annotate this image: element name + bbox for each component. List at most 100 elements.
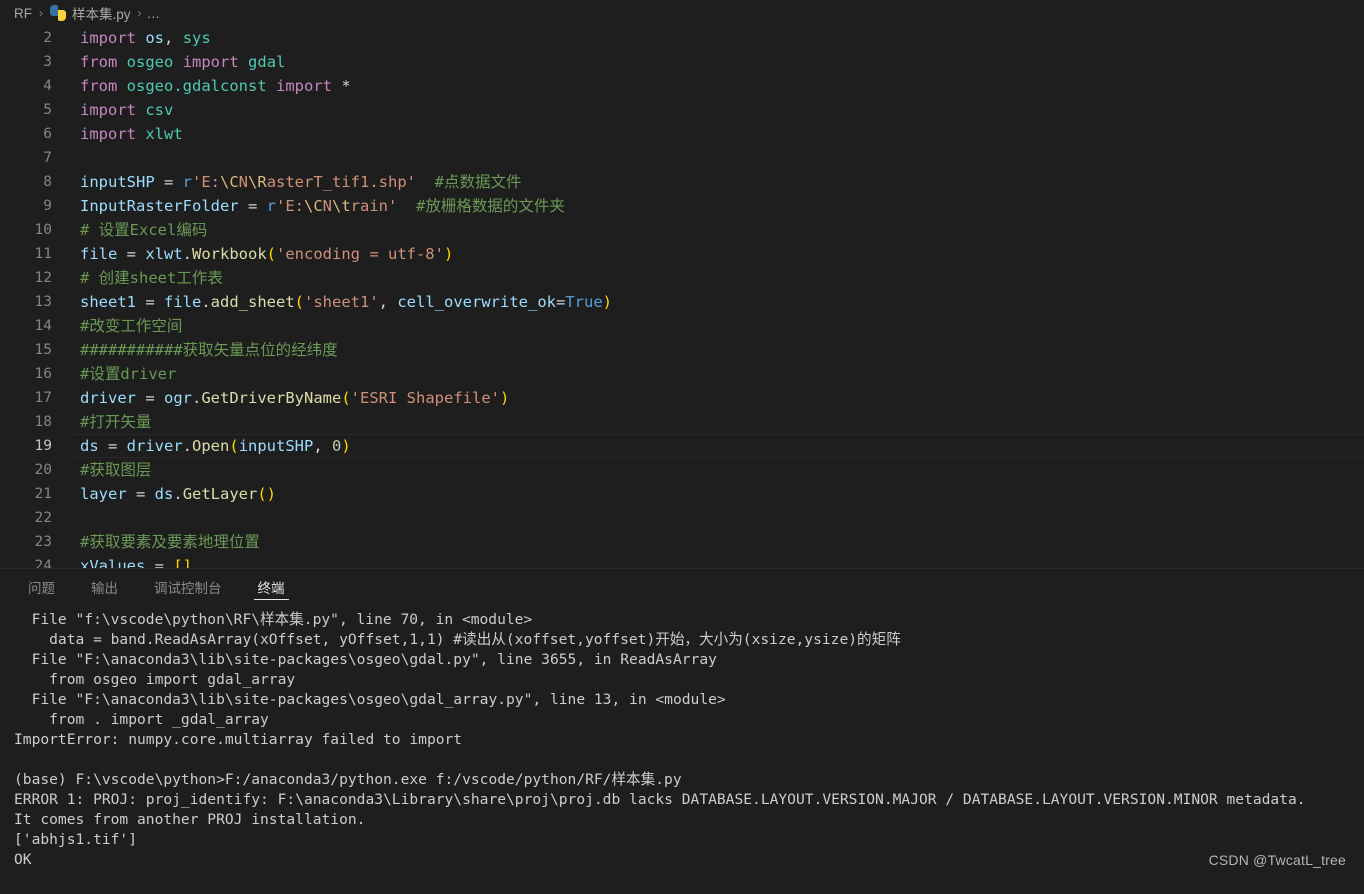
line-number: 7 xyxy=(43,150,52,166)
code-line-text: inputSHP = r'E:\CN\RasterT_tif1.shp' #点数… xyxy=(80,170,1364,194)
code-line-text: import xlwt xyxy=(80,122,1364,146)
code-token: 'sheet1' xyxy=(304,293,379,311)
code-token: = xyxy=(136,293,164,311)
code-token: driver xyxy=(80,389,136,407)
code-token: #点数据文件 xyxy=(434,173,522,191)
code-line[interactable]: 13 sheet1 = file.add_sheet('sheet1', cell… xyxy=(0,290,1364,314)
panel-tab[interactable]: 调试控制台 xyxy=(144,569,232,604)
code-token: , xyxy=(378,293,398,311)
code-line[interactable]: 19 ds = driver.Open(inputSHP, 0) xyxy=(0,434,1364,458)
code-token: \C xyxy=(220,173,239,191)
code-line[interactable]: 8 inputSHP = r'E:\CN\RasterT_tif1.shp' #点… xyxy=(0,170,1364,194)
code-line[interactable]: 2 import os, sys xyxy=(0,26,1364,50)
gutter-gap xyxy=(54,26,80,50)
terminal-output[interactable]: File "f:\vscode\python\RF\样本集.py", line … xyxy=(0,604,1364,894)
code-token: N xyxy=(238,173,249,191)
code-line-text: #打开矢量 xyxy=(80,410,1364,434)
code-line[interactable]: 3 from osgeo import gdal xyxy=(0,50,1364,74)
code-line[interactable]: 14 #改变工作空间 xyxy=(0,314,1364,338)
code-token: sys xyxy=(182,29,211,47)
code-token: asterT_tif1.shp' xyxy=(266,173,416,191)
gutter-gap xyxy=(54,338,80,362)
breadcrumb-file[interactable]: 样本集.py xyxy=(70,3,133,23)
line-number: 5 xyxy=(43,102,52,118)
gutter-gap xyxy=(54,290,80,314)
code-token: * xyxy=(341,77,351,95)
code-line[interactable]: 12 # 创建sheet工作表 xyxy=(0,266,1364,290)
code-line[interactable]: 24 xValues = [] xyxy=(0,554,1364,569)
gutter-gap xyxy=(54,98,80,122)
gutter-gap xyxy=(54,170,80,194)
panel-tab[interactable]: 终端 xyxy=(248,569,295,604)
code-line-text: # 设置Excel编码 xyxy=(80,218,1364,242)
code-line-text: ds = driver.Open(inputSHP, 0) xyxy=(80,434,1364,458)
code-line[interactable]: 6 import xlwt xyxy=(0,122,1364,146)
code-line-text: InputRasterFolder = r'E:\CN\train' #放栅格数… xyxy=(80,194,1364,218)
gutter-gap xyxy=(54,194,80,218)
code-token: \R xyxy=(248,173,267,191)
bottom-panel: 问题 输出 调试控制台 终端 File "f:\vscode\python\RF\样本… xyxy=(0,569,1364,894)
code-line[interactable]: 5 import csv xyxy=(0,98,1364,122)
code-token: GetDriverByName xyxy=(201,389,342,407)
line-number: 21 xyxy=(34,486,52,502)
terminal-line: from . import _gdal_array xyxy=(14,711,269,728)
code-token: osgeo.gdalconst xyxy=(126,77,267,95)
code-line[interactable]: 18 #打开矢量 xyxy=(0,410,1364,434)
code-line[interactable]: 9 InputRasterFolder = r'E:\CN\train' #放栅格… xyxy=(0,194,1364,218)
code-token: inputSHP xyxy=(80,173,155,191)
line-number: 13 xyxy=(34,294,52,310)
line-number: 6 xyxy=(43,126,52,142)
code-token: ( xyxy=(266,245,276,263)
code-token: osgeo xyxy=(126,53,174,71)
line-number: 15 xyxy=(34,342,52,358)
code-line[interactable]: 22 xyxy=(0,506,1364,530)
code-line-text: file = xlwt.Workbook('encoding = utf-8') xyxy=(80,242,1364,266)
code-line[interactable]: 4 from osgeo.gdalconst import * xyxy=(0,74,1364,98)
breadcrumb-separator-icon: › xyxy=(39,6,43,20)
code-line-text: import os, sys xyxy=(80,26,1364,50)
code-token: [] xyxy=(173,557,192,569)
code-token: from xyxy=(80,53,118,71)
code-editor[interactable]: 2 import os, sys 3 from osgeo import gdal 4 f… xyxy=(0,26,1364,569)
code-token: os xyxy=(145,29,165,47)
breadcrumb-root[interactable]: RF xyxy=(12,6,34,21)
panel-tab[interactable]: 输出 xyxy=(81,569,128,604)
gutter-gap xyxy=(54,314,80,338)
code-token: import xyxy=(182,53,239,71)
code-line-text: #获取要素及要素地理位置 xyxy=(80,530,1364,554)
code-line[interactable]: 15 ###########获取矢量点位的经纬度 xyxy=(0,338,1364,362)
code-token: cell_overwrite_ok xyxy=(397,293,556,311)
line-number: 24 xyxy=(34,558,52,569)
code-line[interactable]: 16 #设置driver xyxy=(0,362,1364,386)
code-token: ds xyxy=(80,437,99,455)
gutter-gap xyxy=(54,362,80,386)
code-line[interactable]: 17 driver = ogr.GetDriverByName('ESRI Sha… xyxy=(0,386,1364,410)
code-line-text: layer = ds.GetLayer() xyxy=(80,482,1364,506)
code-line[interactable]: 10 # 设置Excel编码 xyxy=(0,218,1364,242)
code-line-text: from osgeo.gdalconst import * xyxy=(80,74,1364,98)
panel-tab[interactable]: 问题 xyxy=(18,569,65,604)
code-line[interactable]: 7 xyxy=(0,146,1364,170)
line-number: 9 xyxy=(43,198,52,214)
code-token: #改变工作空间 xyxy=(80,317,183,335)
code-token: #放栅格数据的文件夹 xyxy=(416,197,565,215)
code-token: ) xyxy=(499,389,510,407)
code-line-text: xValues = [] xyxy=(80,554,1364,569)
line-number: 4 xyxy=(43,78,52,94)
code-token: = xyxy=(126,485,155,503)
code-token: . xyxy=(192,389,202,407)
code-line[interactable]: 21 layer = ds.GetLayer() xyxy=(0,482,1364,506)
code-token: import xyxy=(276,77,332,95)
gutter-gap xyxy=(54,50,80,74)
code-line[interactable]: 23 #获取要素及要素地理位置 xyxy=(0,530,1364,554)
code-token: # 创建sheet工作表 xyxy=(80,269,223,287)
code-line[interactable]: 11 file = xlwt.Workbook('encoding = utf-8… xyxy=(0,242,1364,266)
breadcrumb-ellipsis[interactable]: … xyxy=(147,6,162,21)
code-token: () xyxy=(257,485,277,503)
code-token: xlwt xyxy=(145,125,183,143)
code-line[interactable]: 20 #获取图层 xyxy=(0,458,1364,482)
